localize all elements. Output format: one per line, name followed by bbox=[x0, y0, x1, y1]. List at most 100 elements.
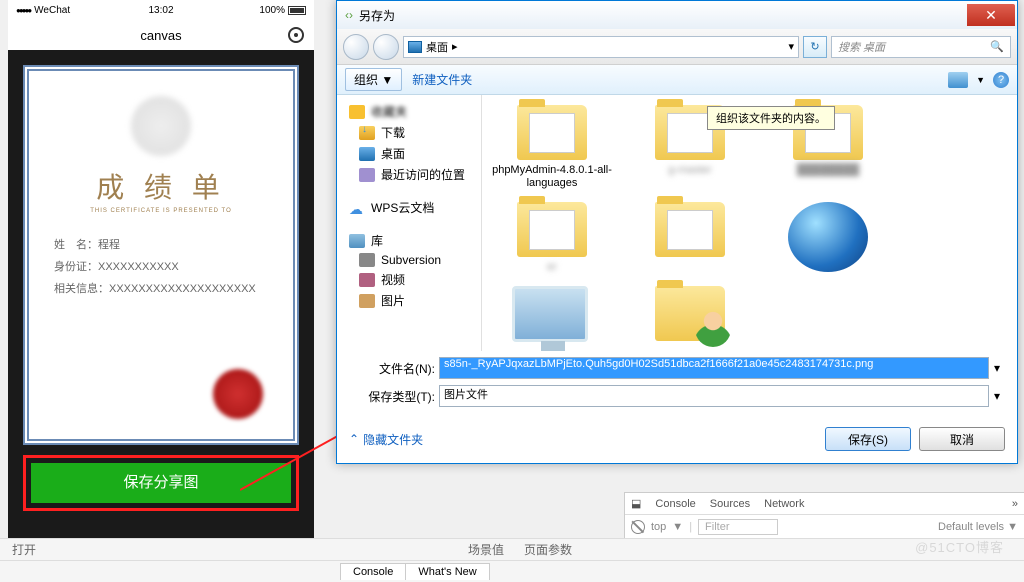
filename-input[interactable]: s85n-_RyAPJqxazLbMPjEto.Quh5gd0H02Sd51db… bbox=[439, 357, 989, 379]
info-value: XXXXXXXXXXXXXXXXXXXX bbox=[109, 283, 256, 295]
chevron-down-icon[interactable]: ▼ bbox=[976, 75, 985, 85]
help-button[interactable]: ? bbox=[993, 72, 1009, 88]
new-folder-button[interactable]: 新建文件夹 bbox=[412, 71, 472, 88]
globe-icon bbox=[788, 202, 868, 272]
dialog-title: 另存为 bbox=[359, 7, 967, 24]
desktop-icon bbox=[408, 41, 422, 53]
chevron-down-icon[interactable]: ▾ bbox=[989, 361, 1005, 375]
recent-icon bbox=[359, 168, 375, 182]
devtools-panel: ⬓ Console Sources Network » top ▼ | Filt… bbox=[624, 492, 1024, 538]
tab-sources[interactable]: Sources bbox=[710, 498, 750, 510]
filetype-select[interactable]: 图片文件 bbox=[439, 385, 989, 407]
target-icon[interactable] bbox=[288, 27, 304, 43]
seal-icon bbox=[213, 369, 263, 419]
folder-icon bbox=[655, 202, 725, 257]
search-icon[interactable]: 🔍 bbox=[990, 40, 1004, 53]
breadcrumb[interactable]: 桌面 bbox=[426, 39, 448, 55]
battery-label: 100% bbox=[259, 5, 285, 16]
download-icon bbox=[359, 126, 375, 140]
phone-body: 成 绩 单 THIS CERTIFICATE IS PRESENTED TO 姓… bbox=[8, 50, 314, 526]
devtools-bottom-tabs: Console What's New bbox=[0, 560, 1024, 582]
folder-item[interactable] bbox=[630, 202, 750, 274]
tree-wps[interactable]: ☁WPS云文档 bbox=[341, 197, 477, 218]
search-placeholder: 搜索 桌面 bbox=[838, 39, 885, 55]
more-tabs-icon[interactable]: » bbox=[1012, 498, 1018, 510]
folder-tree: 收藏夹 下载 桌面 最近访问的位置 ☁WPS云文档 库 Subversion 视… bbox=[337, 95, 482, 351]
chevron-down-icon[interactable]: ▼ bbox=[672, 521, 683, 533]
phone-simulator: WeChat 13:02 100% canvas 成 绩 单 THIS CERT… bbox=[8, 0, 314, 540]
monitor-icon bbox=[512, 286, 592, 351]
clear-icon[interactable] bbox=[631, 520, 645, 534]
tab-console[interactable]: Console bbox=[655, 498, 695, 510]
tree-desktop[interactable]: 桌面 bbox=[341, 143, 477, 164]
tree-downloads[interactable]: 下载 bbox=[341, 122, 477, 143]
network-item[interactable] bbox=[768, 202, 888, 274]
signal-dots-icon bbox=[16, 5, 30, 16]
video-icon bbox=[359, 273, 375, 287]
dialog-body: 收藏夹 下载 桌面 最近访问的位置 ☁WPS云文档 库 Subversion 视… bbox=[337, 95, 1017, 351]
tree-subversion[interactable]: Subversion bbox=[341, 251, 477, 269]
tree-library[interactable]: 库 bbox=[341, 230, 477, 251]
folder-item[interactable]: phpMyAdmin-4.8.0.1-all-languages bbox=[492, 105, 612, 190]
context-select[interactable]: top bbox=[651, 521, 666, 533]
dialog-footer: ⌃隐藏文件夹 保存(S) 取消 bbox=[337, 419, 1017, 463]
chevron-right-icon[interactable]: ▸ bbox=[452, 40, 458, 53]
tree-recent[interactable]: 最近访问的位置 bbox=[341, 164, 477, 185]
organize-button[interactable]: 组织 ▼ bbox=[345, 68, 402, 91]
certificate-subtitle: THIS CERTIFICATE IS PRESENTED TO bbox=[44, 208, 278, 214]
computer-item[interactable] bbox=[492, 286, 612, 351]
save-share-button[interactable]: 保存分享图 bbox=[31, 463, 291, 503]
image-icon bbox=[359, 294, 375, 308]
battery-icon bbox=[288, 6, 306, 15]
chevron-up-icon: ⌃ bbox=[349, 432, 359, 446]
star-icon bbox=[349, 105, 365, 119]
dialog-navbar: 桌面 ▸ ▾ ↻ 搜索 桌面 🔍 bbox=[337, 29, 1017, 65]
dialog-toolbar: 组织 ▼ 新建文件夹 ▼ ? bbox=[337, 65, 1017, 95]
tree-images[interactable]: 图片 bbox=[341, 290, 477, 311]
folder-item[interactable]: er bbox=[492, 202, 612, 274]
close-button[interactable]: ✕ bbox=[967, 4, 1015, 26]
tree-favorites[interactable]: 收藏夹 bbox=[341, 101, 477, 122]
organize-tooltip: 组织该文件夹的内容。 bbox=[707, 106, 835, 130]
info-label: 相关信息： bbox=[54, 283, 109, 295]
id-value: XXXXXXXXXXX bbox=[98, 261, 179, 273]
folder-icon bbox=[517, 105, 587, 160]
view-mode-button[interactable] bbox=[948, 72, 968, 88]
tab-network[interactable]: Network bbox=[764, 498, 804, 510]
devtools-expand-icon[interactable]: ⬓ bbox=[631, 497, 641, 510]
save-button[interactable]: 保存(S) bbox=[825, 427, 911, 451]
save-as-dialog: ‹› 另存为 ✕ 桌面 ▸ ▾ ↻ 搜索 桌面 🔍 组织 ▼ 新建文件夹 ▼ ?… bbox=[336, 0, 1018, 464]
open-label[interactable]: 打开 bbox=[12, 541, 36, 558]
dialog-fields: 文件名(N): s85n-_RyAPJqxazLbMPjEto.Quh5gd0H… bbox=[337, 351, 1017, 419]
carrier-label: WeChat bbox=[34, 5, 70, 16]
filetype-label: 保存类型(T): bbox=[349, 388, 439, 405]
library-icon bbox=[349, 234, 365, 248]
time-label: 13:02 bbox=[148, 5, 173, 16]
tab-whatsnew[interactable]: What's New bbox=[405, 563, 489, 580]
id-label: 身份证： bbox=[54, 261, 98, 273]
watermark: @51CTO博客 bbox=[915, 537, 1004, 556]
tree-video[interactable]: 视频 bbox=[341, 269, 477, 290]
back-button[interactable] bbox=[343, 34, 369, 60]
cancel-button[interactable]: 取消 bbox=[919, 427, 1005, 451]
scene-label[interactable]: 场景值 bbox=[468, 541, 504, 558]
cloud-icon: ☁ bbox=[349, 201, 365, 215]
phone-titlebar: canvas bbox=[8, 20, 314, 50]
tab-console-bottom[interactable]: Console bbox=[340, 563, 406, 580]
refresh-button[interactable]: ↻ bbox=[803, 36, 827, 58]
params-label[interactable]: 页面参数 bbox=[524, 541, 572, 558]
chevron-down-icon[interactable]: ▾ bbox=[989, 389, 1005, 403]
chevron-down-icon[interactable]: ▾ bbox=[788, 40, 794, 53]
levels-select[interactable]: Default levels ▼ bbox=[938, 521, 1018, 533]
filter-input[interactable]: Filter bbox=[698, 519, 778, 535]
search-input[interactable]: 搜索 桌面 🔍 bbox=[831, 36, 1011, 58]
dialog-icon: ‹› bbox=[345, 8, 353, 22]
file-grid[interactable]: phpMyAdmin-4.8.0.1-all-languages g-maste… bbox=[482, 95, 1017, 351]
filename-label: 文件名(N): bbox=[349, 360, 439, 377]
hide-folders-toggle[interactable]: ⌃隐藏文件夹 bbox=[349, 431, 423, 448]
chevron-down-icon: ▼ bbox=[381, 73, 393, 87]
forward-button[interactable] bbox=[373, 34, 399, 60]
phone-statusbar: WeChat 13:02 100% bbox=[8, 0, 314, 20]
user-folder-item[interactable] bbox=[630, 286, 750, 351]
address-bar[interactable]: 桌面 ▸ ▾ bbox=[403, 36, 799, 58]
